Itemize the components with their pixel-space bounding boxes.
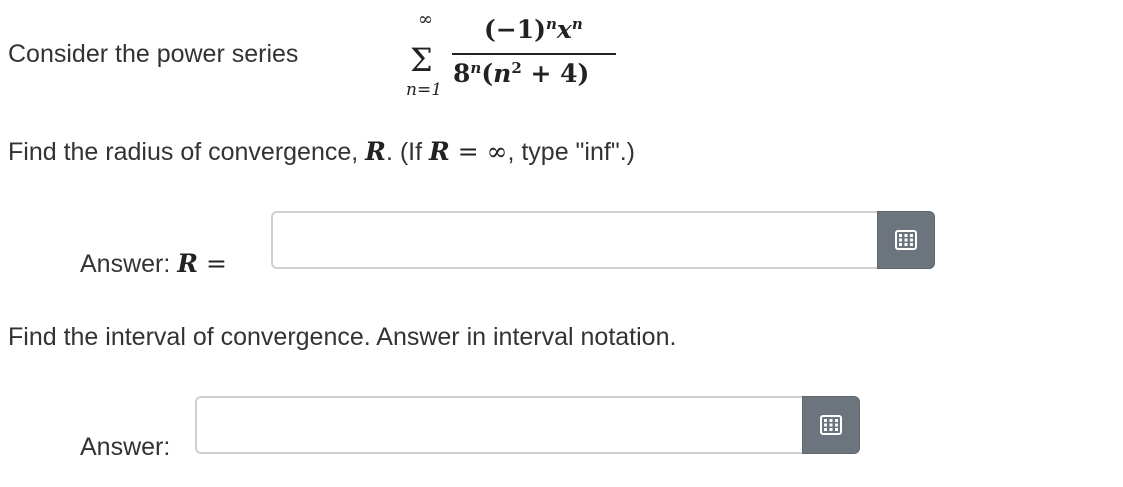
answer-radius-label: Answer: R = [80, 249, 227, 278]
fraction-numerator: (−1)nxn [484, 15, 583, 44]
keypad-icon [895, 230, 917, 250]
sum-upper-limit: ∞ [418, 9, 433, 30]
interval-input-group [195, 396, 860, 454]
radius-keypad-button[interactable] [877, 211, 935, 269]
interval-answer-input[interactable] [195, 396, 802, 454]
keypad-icon [820, 415, 842, 435]
radius-input-group [271, 211, 935, 269]
radius-prompt: Find the radius of convergence, R. (If R… [8, 137, 635, 166]
series-intro-text: Consider the power series [8, 40, 299, 68]
answer-interval-label: Answer: [80, 433, 171, 461]
interval-keypad-button[interactable] [802, 396, 860, 454]
radius-answer-input[interactable] [271, 211, 877, 269]
fraction-denominator: 8n(n2 + 4) [453, 59, 590, 88]
sum-symbol: Σ [410, 41, 433, 79]
power-series: ∞ Σ n=1 (−1)nxn 8n(n2 + 4) [404, 8, 624, 104]
fraction-bar [452, 53, 616, 55]
interval-prompt: Find the interval of convergence. Answer… [8, 323, 677, 351]
sum-lower-limit: n=1 [406, 80, 443, 100]
